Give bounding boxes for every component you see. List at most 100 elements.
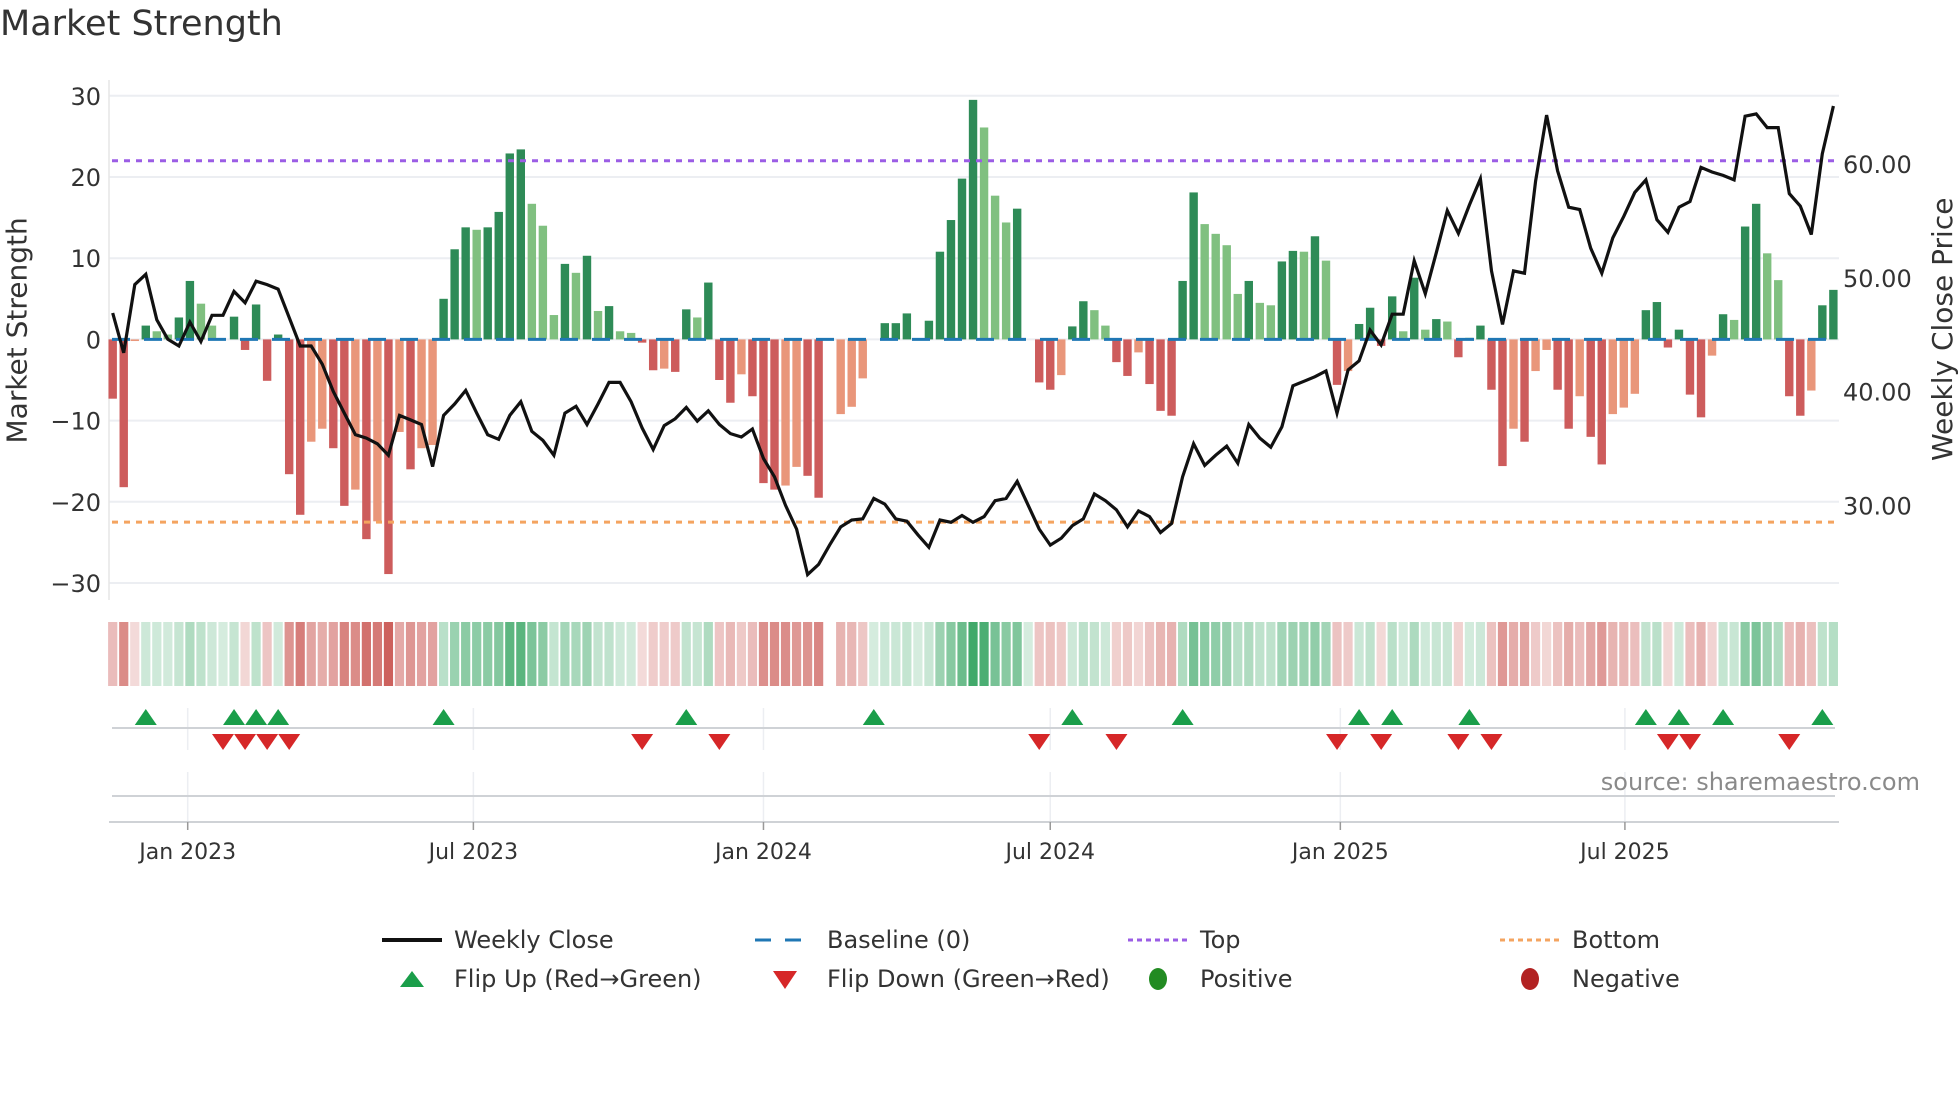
- heatmap-cell: [1464, 622, 1474, 686]
- heatmap-cell: [1387, 622, 1397, 686]
- positive-bar: [141, 325, 150, 340]
- heatmap-cell: [1365, 622, 1375, 686]
- heatmap-cell: [306, 622, 316, 686]
- negative-bar: [1630, 339, 1640, 394]
- positive-bar: [1410, 277, 1419, 340]
- positive-bar: [582, 255, 592, 340]
- heatmap-cell: [1542, 622, 1552, 686]
- positive-bar: [935, 251, 945, 340]
- heatmap-cell: [924, 622, 934, 686]
- heatmap-cell: [703, 622, 713, 686]
- legend-item[interactable]: Weekly Close: [382, 923, 614, 957]
- heatmap-cell: [405, 622, 416, 686]
- negative-bar: [1520, 339, 1529, 442]
- negative-bar: [847, 339, 856, 407]
- heatmap-cell: [1729, 622, 1739, 686]
- legend-label: Positive: [1200, 965, 1293, 993]
- negative-bar: [671, 339, 680, 372]
- negative-bar: [262, 339, 272, 381]
- negative-bar: [1035, 339, 1044, 383]
- legend-item[interactable]: Flip Up (Red→Green): [382, 962, 702, 996]
- legend-item[interactable]: Positive: [1128, 962, 1293, 996]
- heatmap-cell: [1354, 622, 1364, 686]
- positive-bar: [615, 331, 625, 340]
- negative-bar: [1112, 339, 1121, 363]
- positive-bar: [1641, 310, 1651, 340]
- heatmap-cell: [1266, 622, 1276, 686]
- heatmap-cell: [1255, 622, 1265, 686]
- flip-down-marker: [1447, 734, 1470, 750]
- heatmap-cell: [372, 622, 383, 686]
- negative-bar: [284, 339, 294, 475]
- heatmap-cell: [119, 622, 129, 686]
- legend-item[interactable]: Flip Down (Green→Red): [755, 962, 1110, 996]
- heatmap-cell: [836, 622, 846, 686]
- flip-up-marker: [1712, 709, 1735, 725]
- flip-up-marker: [1061, 709, 1084, 725]
- heatmap-cell: [979, 622, 989, 686]
- negative-bar: [1553, 339, 1562, 390]
- positive-bar: [693, 317, 702, 340]
- negative-bar: [726, 339, 735, 403]
- negative-bar: [715, 339, 724, 380]
- negative-bar: [351, 339, 360, 490]
- y-tick-label: −20: [50, 489, 101, 517]
- source-credit: source: sharemaestro.com: [1600, 768, 1920, 796]
- heatmap-cell: [1619, 622, 1629, 686]
- negative-bar: [1785, 339, 1794, 397]
- solid-line-icon: [382, 923, 442, 957]
- heatmap-cell: [1001, 622, 1011, 686]
- flip-up-marker: [1634, 709, 1657, 725]
- heatmap-cell: [692, 622, 702, 686]
- legend-item[interactable]: Bottom: [1500, 923, 1660, 957]
- flip-up-marker: [675, 709, 698, 725]
- heatmap-cell: [483, 622, 493, 686]
- heatmap-cell: [1530, 622, 1541, 686]
- heatmap-cell: [1762, 622, 1772, 686]
- legend-item[interactable]: Top: [1128, 923, 1241, 957]
- heatmap-cell: [1740, 622, 1750, 686]
- positive-bar: [1233, 293, 1242, 340]
- heatmap-cell: [681, 622, 691, 686]
- negative-bar: [1542, 339, 1551, 350]
- y-tick-label: 10: [70, 245, 101, 273]
- positive-bar: [450, 249, 459, 340]
- legend-item[interactable]: Negative: [1500, 962, 1680, 996]
- y2-tick-label: 40.00: [1843, 379, 1912, 407]
- flip-down-marker: [708, 734, 731, 750]
- positive-bar: [968, 99, 978, 340]
- heatmap-cell: [1409, 622, 1419, 686]
- heatmap-cell: [1806, 622, 1816, 686]
- heatmap-cell: [1663, 622, 1673, 686]
- heatmap-cell: [218, 622, 228, 686]
- flip-up-marker: [223, 709, 246, 725]
- heatmap-cell: [494, 622, 504, 686]
- heatmap-cell: [317, 622, 327, 686]
- heatmap-cell: [1034, 622, 1044, 686]
- negative-bar: [1575, 339, 1584, 397]
- heatmap-cell: [891, 622, 901, 686]
- positive-bar: [549, 315, 559, 340]
- heatmap-cell: [847, 622, 857, 686]
- heatmap-cell: [1166, 622, 1177, 686]
- positive-bar: [1090, 310, 1099, 340]
- positive-bar: [1068, 326, 1077, 340]
- heatmap-cell: [538, 622, 548, 686]
- x-tick-label: Jan 2025: [1290, 840, 1389, 865]
- heatmap-cell: [461, 622, 471, 686]
- legend-item[interactable]: Baseline (0): [755, 923, 970, 957]
- positive-bar: [538, 225, 548, 340]
- heatmap-cell: [361, 622, 371, 686]
- y2-tick-label: 30.00: [1843, 492, 1912, 520]
- positive-bar: [682, 309, 691, 340]
- negative-bar: [1564, 339, 1573, 429]
- heatmap-cell: [108, 622, 118, 686]
- flip-up-marker: [1381, 709, 1404, 725]
- dotted-line-icon: [1128, 923, 1188, 957]
- positive-bar: [1652, 302, 1662, 340]
- heatmap-cell: [1376, 622, 1386, 686]
- heatmap-cell: [1696, 622, 1706, 686]
- flip-down-marker: [631, 734, 654, 750]
- heatmap-cell: [1586, 622, 1596, 686]
- heatmap-cell: [383, 622, 394, 686]
